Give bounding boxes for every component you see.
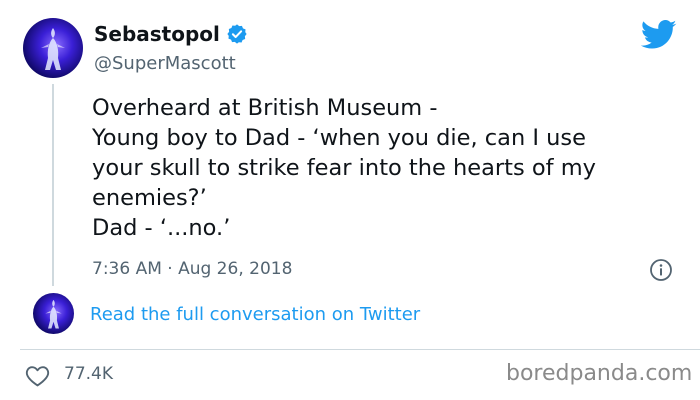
author-name-row[interactable]: Sebastopol	[94, 22, 248, 46]
author-display-name[interactable]: Sebastopol	[94, 22, 220, 46]
tweet-text: Overheard at British Museum - Young boy …	[92, 93, 682, 243]
tweet-card: Sebastopol @SuperMascott Overheard at Br…	[0, 0, 700, 400]
tweet-text-line: enemies?’	[92, 185, 207, 211]
like-count[interactable]: 77.4K	[64, 364, 113, 384]
watermark: boredpanda.com	[506, 361, 693, 386]
twitter-bird-icon[interactable]	[641, 20, 677, 50]
info-icon[interactable]	[649, 258, 673, 282]
tweet-text-line: Dad - ‘...no.’	[92, 215, 231, 241]
thread-line	[52, 84, 54, 286]
heart-icon[interactable]	[25, 364, 50, 387]
viewer-avatar[interactable]	[33, 293, 74, 334]
tweet-text-line: your skull to strike fear into the heart…	[92, 155, 596, 181]
tweet-text-line: Young boy to Dad - ‘when you die, can I …	[92, 125, 586, 151]
tweet-text-line: Overheard at British Museum -	[92, 95, 438, 121]
verified-badge-icon	[226, 23, 248, 45]
tweet-timestamp[interactable]: 7:36 AM · Aug 26, 2018	[92, 259, 292, 279]
divider	[20, 349, 700, 350]
read-conversation-link[interactable]: Read the full conversation on Twitter	[90, 304, 420, 325]
avatar-image	[41, 28, 65, 70]
author-handle[interactable]: @SuperMascott	[94, 53, 236, 74]
avatar-image	[45, 299, 62, 329]
author-avatar[interactable]	[23, 18, 83, 78]
